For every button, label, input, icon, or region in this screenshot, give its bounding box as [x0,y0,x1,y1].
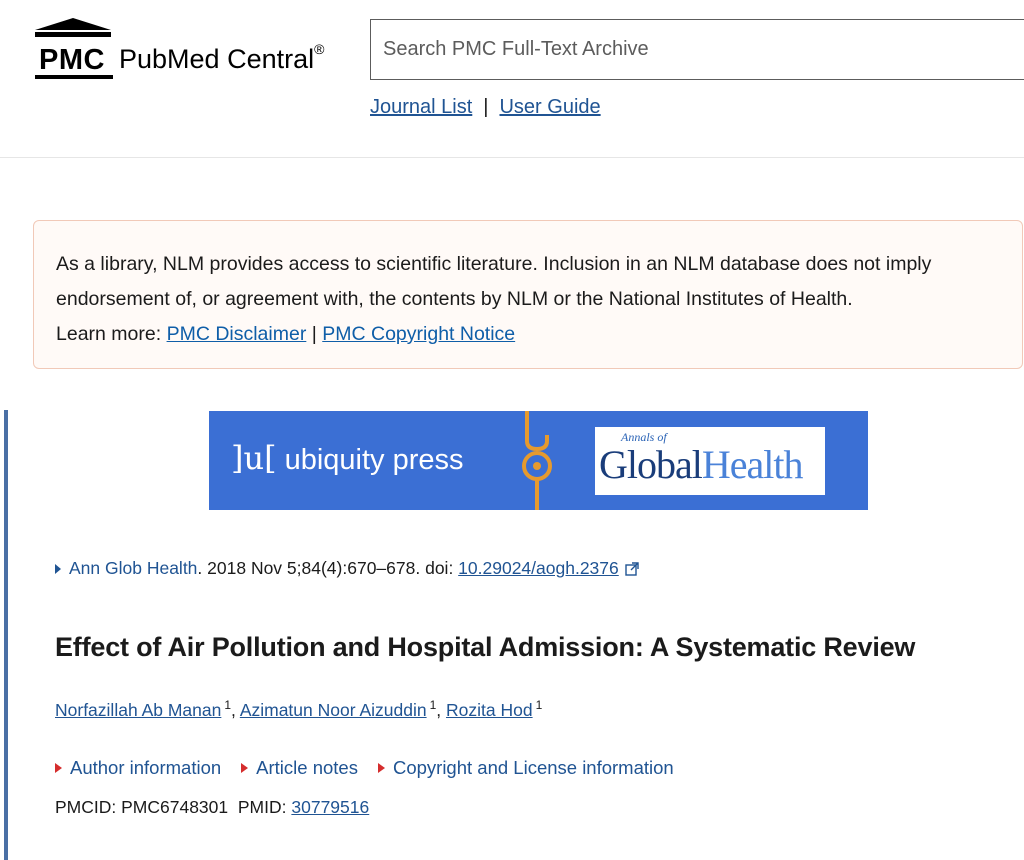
pmc-copyright-link[interactable]: PMC Copyright Notice [322,323,515,345]
author-affiliation[interactable]: 1 [430,698,437,712]
external-link-icon[interactable] [625,561,639,576]
journal-list-link[interactable]: Journal List [370,96,472,119]
article-notes-toggle[interactable]: Article notes [241,757,358,779]
disclaimer-separator: | [311,323,317,345]
triangle-right-icon [241,763,249,773]
annals-global-health-logo: Annals of GlobalHealth [595,427,825,495]
header-divider [0,157,1024,158]
author-affiliation[interactable]: 1 [536,698,543,712]
author-information-toggle[interactable]: Author information [55,757,221,779]
author-link[interactable]: Azimatun Noor Aizuddin [240,700,427,720]
pmc-disclaimer-link[interactable]: PMC Disclaimer [167,323,307,345]
pmc-logo-mark: PMC [33,18,113,79]
search-input[interactable] [370,19,1024,80]
pmid-link[interactable]: 30779516 [291,797,369,817]
journal-banner[interactable]: ]u[ubiquity press Annals of GlobalHealth [209,411,868,510]
doi-link[interactable]: 10.29024/aogh.2376 [458,558,619,579]
logo-base-bar [35,75,113,79]
header-nav: Journal List | User Guide [370,96,601,119]
user-guide-link[interactable]: User Guide [499,96,600,119]
nav-separator: | [483,96,489,118]
global-health-wordmark: GlobalHealth [599,442,803,487]
author-link[interactable]: Norfazillah Ab Manan [55,700,221,720]
article-identifiers: PMCID: PMC6748301 PMID: 30779516 [55,797,369,818]
pmc-logo[interactable]: PMC PubMed Central® [33,18,324,79]
ubiquity-press-brand: ]u[ubiquity press [231,439,464,477]
author-link[interactable]: Rozita Hod [446,700,533,720]
author-list: Norfazillah Ab Manan 1, Azimatun Noor Aiz… [55,698,543,720]
disclaimer-text: As a library, NLM provides access to sci… [56,253,932,310]
author-affiliation[interactable]: 1 [224,698,231,712]
learn-more-label: Learn more: [56,323,162,345]
disclaimer-box: As a library, NLM provides access to sci… [33,220,1023,369]
citation-line: Ann Glob Health. 2018 Nov 5;84(4):670–67… [55,558,639,579]
article-info-expanders: Author information Article notes Copyrig… [55,757,694,779]
triangle-right-icon [55,763,62,773]
pmid-label: PMID: [237,797,287,817]
logo-name: PubMed Central® [119,41,325,74]
ubiquity-name: ubiquity press [284,444,464,476]
open-access-lock-icon [522,411,552,510]
article-title: Effect of Air Pollution and Hospital Adm… [55,632,916,662]
ubiquity-mark: ]u[ [231,439,277,477]
triangle-right-icon [377,763,385,773]
triangle-right-icon [55,563,61,574]
article-accent-bar [4,410,8,860]
building-roof-icon [35,18,111,37]
copyright-license-toggle[interactable]: Copyright and License information [377,757,674,779]
pmcid: PMCID: PMC6748301 [55,797,229,817]
citation-details: . 2018 Nov 5;84(4):670–678. doi: [197,558,459,578]
registered-mark: ® [314,41,325,57]
journal-link[interactable]: Ann Glob Health [69,558,197,579]
logo-abbr: PMC [39,44,105,76]
